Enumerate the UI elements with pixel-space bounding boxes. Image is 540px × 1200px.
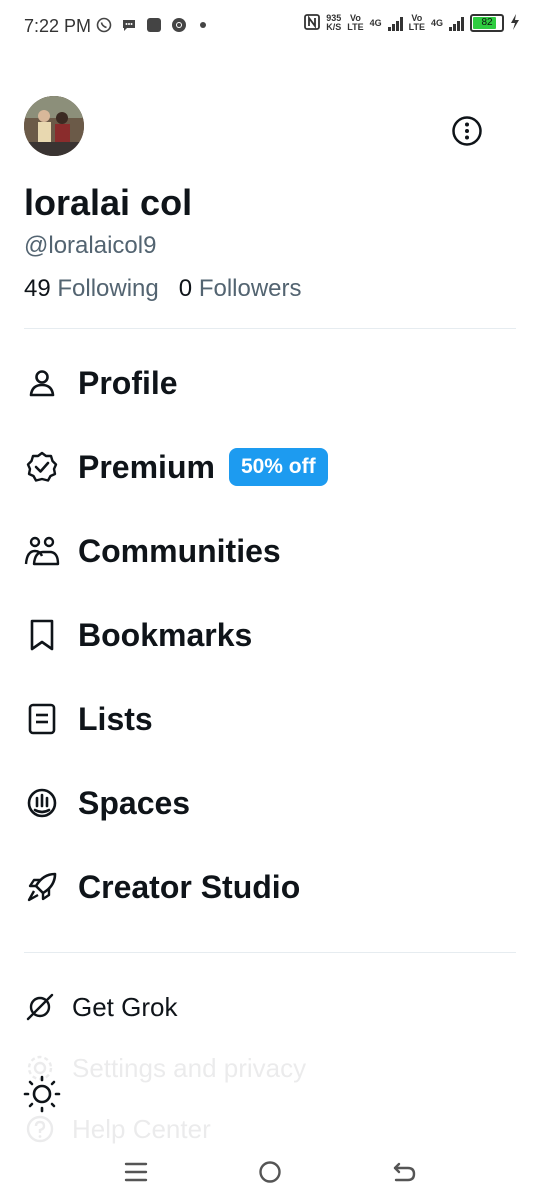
menu-item-spaces[interactable]: Spaces xyxy=(24,773,190,833)
menu-label: Creator Studio xyxy=(78,868,301,905)
rocket-icon xyxy=(24,869,60,905)
followers-link[interactable]: 0 Followers xyxy=(179,275,302,302)
menu-item-get-grok[interactable]: Get Grok xyxy=(24,982,177,1032)
net-speed: 935 K/S xyxy=(326,13,342,32)
menu-item-lists[interactable]: Lists xyxy=(24,689,153,749)
home-button[interactable] xyxy=(254,1156,286,1188)
sim2-volte: Vo LTE xyxy=(408,13,425,32)
nfc-icon xyxy=(304,14,321,32)
status-time: 7:22 PM xyxy=(24,16,92,36)
more-icon xyxy=(452,116,482,146)
menu-label: Communities xyxy=(78,532,281,569)
grok-icon xyxy=(24,991,56,1023)
person-icon xyxy=(24,365,60,401)
following-count: 49 xyxy=(24,275,51,302)
sim1-gen: 4G xyxy=(369,17,382,28)
battery-level: 82 xyxy=(481,17,493,28)
home-icon xyxy=(259,1161,281,1183)
bookmark-icon xyxy=(24,617,60,653)
system-nav-bar xyxy=(0,1140,540,1200)
communities-icon xyxy=(24,533,60,569)
menu-label: Spaces xyxy=(78,784,191,821)
follow-stats: 49 Following 0 Followers xyxy=(24,275,302,303)
sim1-volte: Vo LTE xyxy=(347,13,364,32)
following-link[interactable]: 49 Following xyxy=(24,275,159,302)
menu-label: Profile xyxy=(78,364,178,401)
menu-label: Get Grok xyxy=(72,991,178,1022)
signal-icon xyxy=(449,15,464,31)
divider xyxy=(24,952,516,953)
sim2-gen: 4G xyxy=(430,17,443,28)
menu-label: Premium xyxy=(78,448,215,485)
signal-icon xyxy=(387,15,403,31)
verified-badge-icon xyxy=(24,449,60,485)
menu-item-premium[interactable]: Premium 50% off xyxy=(24,437,328,497)
more-options-button[interactable] xyxy=(450,114,484,148)
menu-item-bookmarks[interactable]: Bookmarks xyxy=(24,605,252,665)
menu-item-profile[interactable]: Profile xyxy=(24,353,178,413)
spaces-icon xyxy=(24,785,60,821)
display-mode-button[interactable] xyxy=(22,1074,62,1114)
back-icon xyxy=(393,1162,416,1182)
display-name: loralai col xyxy=(24,182,193,223)
app-icon xyxy=(146,17,162,33)
battery-icon: 82 xyxy=(470,14,504,32)
menu-label: Lists xyxy=(78,700,153,737)
menu-item-creator-studio[interactable]: Creator Studio xyxy=(24,857,300,917)
recent-apps-button[interactable] xyxy=(120,1156,152,1188)
followers-label: Followers xyxy=(198,275,302,302)
sun-icon xyxy=(23,1075,61,1113)
chrome-icon xyxy=(171,17,187,33)
back-button[interactable] xyxy=(388,1156,420,1188)
whatsapp-icon xyxy=(96,17,112,33)
menu-label: Bookmarks xyxy=(78,616,253,653)
followers-count: 0 xyxy=(178,275,193,302)
more-notifications-dot xyxy=(200,22,206,28)
message-icon xyxy=(121,17,137,33)
list-icon xyxy=(24,701,60,737)
avatar[interactable] xyxy=(24,96,84,156)
menu-label: Settings and privacy xyxy=(72,1052,307,1083)
discount-badge: 50% off xyxy=(228,448,328,486)
divider xyxy=(24,328,516,329)
menu-item-communities[interactable]: Communities xyxy=(24,521,281,581)
status-bar: 7:22 PM 935 K/S Vo LTE 4G Vo LTE 4G 82 xyxy=(0,0,540,56)
menu-icon xyxy=(124,1162,148,1182)
handle: @loralaicol9 xyxy=(24,232,157,259)
menu-item-settings[interactable]: Settings and privacy xyxy=(24,1043,306,1093)
charging-icon xyxy=(510,14,520,32)
notification-icons xyxy=(96,17,206,33)
status-right: 935 K/S Vo LTE 4G Vo LTE 4G 82 xyxy=(304,14,520,32)
following-label: Following xyxy=(57,275,159,302)
